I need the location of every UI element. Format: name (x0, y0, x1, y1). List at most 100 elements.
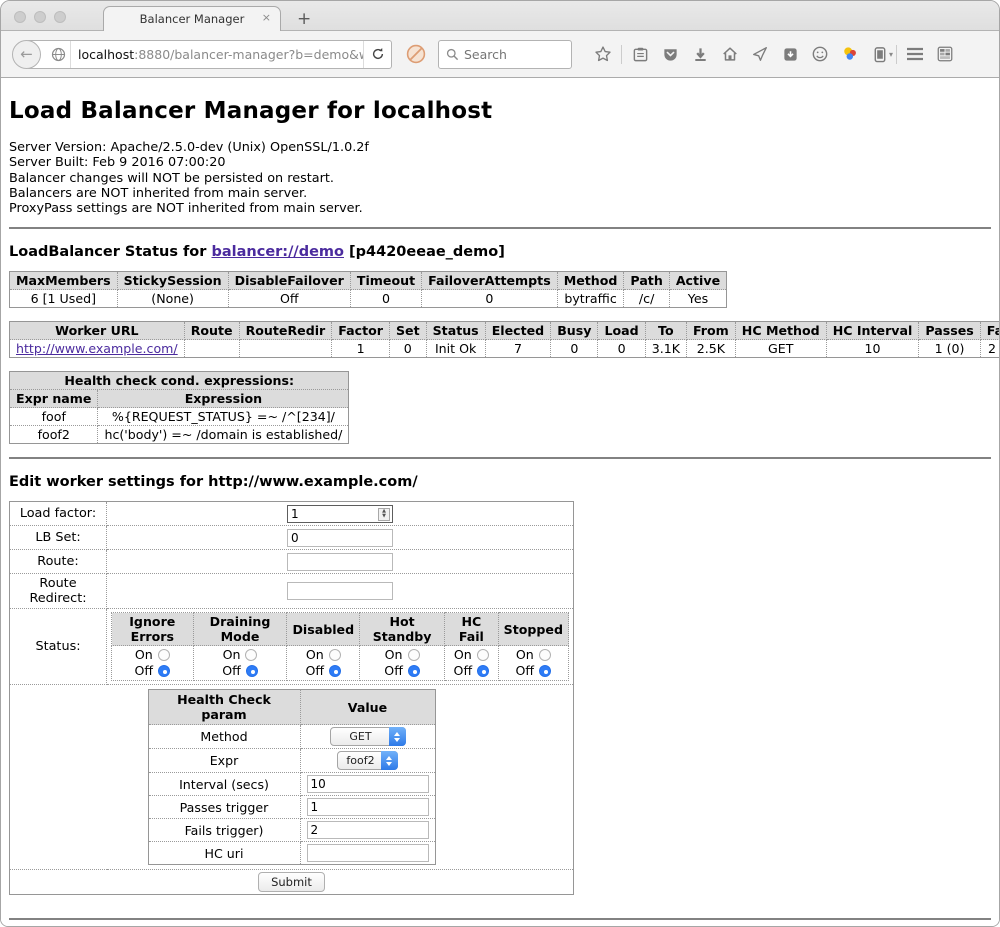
close-window-button[interactable] (14, 11, 26, 23)
status-options-table: Ignore Errors Draining Mode Disabled Hot… (111, 612, 569, 681)
stopped-off-radio[interactable] (539, 665, 551, 677)
number-spinner-icon[interactable]: ▲▼ (378, 508, 390, 521)
overflow-caret-icon[interactable]: ▾ (889, 50, 893, 59)
colorful-dots-extension-icon[interactable] (835, 39, 865, 69)
disabled-cell: On Off (287, 646, 360, 681)
select-stepper-icon (381, 751, 398, 770)
url-path: :8880/balancer-manager?b=demo&w=http://w… (134, 47, 363, 62)
tab-title: Balancer Manager (140, 12, 245, 26)
edit-worker-heading: Edit worker settings for http://www.exam… (9, 474, 991, 490)
col-worker-url: Worker URL (10, 322, 185, 340)
route-redirect-input[interactable] (287, 582, 393, 600)
tab-close-icon[interactable]: × (262, 12, 271, 23)
lb-set-input[interactable] (287, 529, 393, 547)
menu-hamburger-icon[interactable] (900, 39, 930, 69)
tab-groups-icon[interactable] (930, 39, 960, 69)
col-stickysession: StickySession (117, 272, 228, 290)
lb-set-label: LB Set: (10, 526, 107, 550)
hot-standby-off-radio[interactable] (408, 665, 420, 677)
col-active: Active (669, 272, 726, 290)
address-bar[interactable]: localhost:8880/balancer-manager?b=demo&w… (26, 40, 392, 69)
hc-fail-on-radio[interactable] (477, 649, 489, 661)
downloads-icon[interactable] (685, 39, 715, 69)
col-hc-value: Value (300, 690, 435, 725)
submit-row: Submit (10, 870, 574, 895)
balancer-status-table: MaxMembers StickySession DisableFailover… (9, 271, 727, 308)
zoom-window-button[interactable] (54, 11, 66, 23)
page-content: Load Balancer Manager for localhost Serv… (1, 78, 999, 926)
ignore-errors-off-radio[interactable] (158, 665, 170, 677)
timeout-value: 0 (350, 290, 421, 308)
table-header-row: Worker URL Route RouteRedir Factor Set S… (10, 322, 1000, 340)
col-path: Path (624, 272, 669, 290)
failoverattempts-value: 0 (422, 290, 558, 308)
stopped-on-radio[interactable] (539, 649, 551, 661)
fails-value: 2 (0) (980, 340, 999, 358)
back-button[interactable]: ← (12, 40, 41, 69)
disabled-on-radio[interactable] (329, 649, 341, 661)
interval-input[interactable] (307, 775, 429, 793)
worker-row: http://www.example.com/ 1 0 Init Ok 7 0 … (10, 340, 1000, 358)
submit-button[interactable]: Submit (258, 872, 325, 892)
stickysession-value: (None) (117, 290, 228, 308)
new-tab-button[interactable]: + (297, 9, 311, 29)
reload-button[interactable] (363, 41, 391, 68)
interval-label: Interval (secs) (148, 773, 300, 796)
smiley-extension-icon[interactable] (805, 39, 835, 69)
off-label: Off (516, 663, 535, 679)
col-passes: Passes (919, 322, 980, 340)
url-text[interactable]: localhost:8880/balancer-manager?b=demo&w… (71, 47, 363, 62)
elected-value: 7 (485, 340, 551, 358)
from-value: 2.5K (686, 340, 735, 358)
send-page-icon[interactable] (745, 39, 775, 69)
home-icon[interactable] (715, 39, 745, 69)
minimize-window-button[interactable] (34, 11, 46, 23)
worker-url-link[interactable]: http://www.example.com/ (16, 341, 178, 356)
hot-standby-on-radio[interactable] (408, 649, 420, 661)
method-label: Method (148, 725, 300, 749)
hc-uri-input[interactable] (307, 844, 429, 862)
hc-fail-off-radio[interactable] (477, 665, 489, 677)
fails-input[interactable] (307, 821, 429, 839)
expr-select[interactable]: foof2 (337, 751, 397, 770)
content-blocked-icon[interactable] (406, 44, 426, 64)
search-input[interactable] (464, 47, 554, 62)
extension-download-icon[interactable] (775, 39, 805, 69)
balancer-link[interactable]: balancer://demo (211, 244, 344, 260)
col-to: To (645, 322, 686, 340)
persist-note-line: Balancer changes will NOT be persisted o… (9, 171, 991, 186)
routeredir-value (239, 340, 332, 358)
draining-mode-off-radio[interactable] (246, 665, 258, 677)
expr-name: foof (10, 408, 98, 426)
on-label: On (454, 647, 472, 663)
route-label: Route: (10, 550, 107, 574)
pocket-icon[interactable] (655, 39, 685, 69)
off-label: Off (134, 663, 153, 679)
ignore-errors-on-radio[interactable] (158, 649, 170, 661)
reading-list-icon[interactable] (625, 39, 655, 69)
on-label: On (223, 647, 241, 663)
disabled-off-radio[interactable] (329, 665, 341, 677)
divider (9, 457, 991, 459)
status-row: Status: Ignore Errors Draining Mode Disa… (10, 609, 574, 685)
col-from: From (686, 322, 735, 340)
load-factor-field-wrap: ▲▼ (287, 505, 393, 523)
col-hot-standby: Hot Standby (360, 613, 445, 646)
route-input[interactable] (287, 553, 393, 571)
passes-input[interactable] (307, 798, 429, 816)
browser-tab[interactable]: Balancer Manager × (103, 6, 281, 31)
off-label: Off (222, 663, 241, 679)
search-bar[interactable] (438, 40, 572, 69)
bookmark-star-icon[interactable] (588, 39, 618, 69)
server-info: Server Version: Apache/2.5.0-dev (Unix) … (9, 140, 991, 216)
load-factor-label: Load factor: (10, 502, 107, 526)
expression: hc('body') =~ /domain is established/ (98, 426, 349, 444)
health-check-row: Health Check param Value Method GET (10, 685, 574, 870)
draining-mode-on-radio[interactable] (245, 649, 257, 661)
site-identity-globe-icon[interactable] (47, 41, 71, 68)
col-factor: Factor (332, 322, 390, 340)
hc-interval-value: 10 (826, 340, 919, 358)
col-route: Route (184, 322, 239, 340)
proxypass-note-line: ProxyPass settings are NOT inherited fro… (9, 201, 991, 216)
method-select[interactable]: GET (330, 727, 406, 746)
